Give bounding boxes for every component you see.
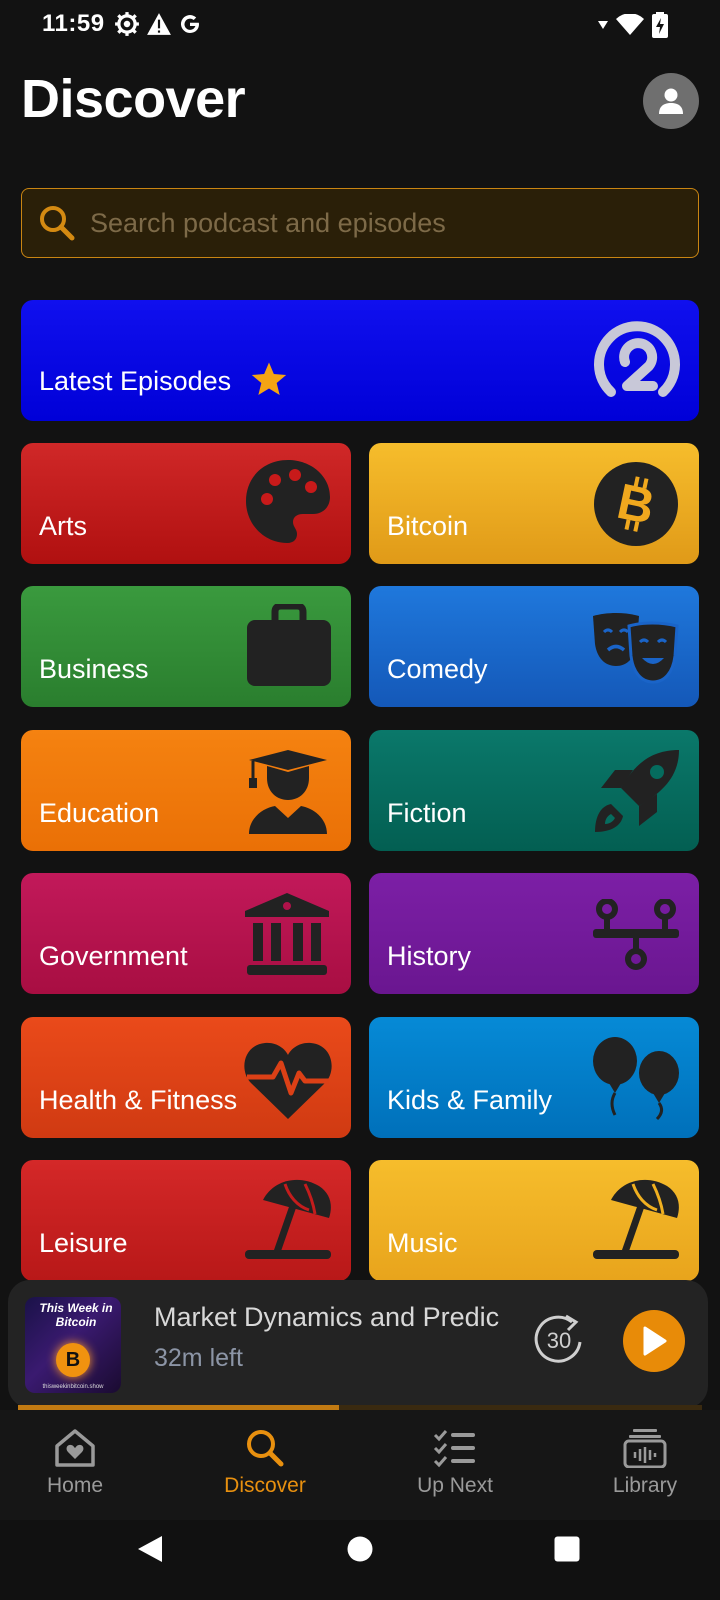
warning-icon [147,13,171,35]
play-button[interactable] [623,1310,685,1372]
nav-label: Home [46,1474,104,1497]
category-label: Fiction [387,798,467,828]
nav-label: Up Next [417,1474,493,1497]
back-icon[interactable] [136,1534,164,1564]
latest-episodes-label: Latest Episodes [39,366,232,396]
category-label: Health & Fitness [39,1085,238,1115]
category-label: Kids & Family [387,1085,553,1115]
category-card-fiction[interactable]: Fiction [369,730,699,851]
category-card-education[interactable]: Education [21,730,351,851]
battery-charging-icon [652,12,668,38]
library-icon [623,1429,667,1468]
wifi-icon [616,14,644,35]
recents-icon[interactable] [554,1536,580,1562]
category-card-kids-family[interactable]: Kids & Family [369,1017,699,1138]
search-bar[interactable] [21,188,699,258]
settings-icon [115,12,139,36]
nav-discover[interactable]: Discover [190,1428,340,1498]
page-title: Discover [21,69,246,129]
rocket-icon [595,750,679,832]
category-label: History [387,941,472,971]
skip-forward-button[interactable]: 30 [532,1312,586,1366]
category-card-bitcoin[interactable]: Bitcoin B [369,443,699,564]
star-icon [251,362,287,395]
episode-title: Market Dynamics and Predic [154,1302,500,1332]
timeline-icon [593,899,679,970]
episode-artwork: This Week in Bitcoin B thisweekinbitcoin… [25,1297,121,1393]
play-icon [643,1326,667,1356]
category-card-arts[interactable]: Arts [21,443,351,564]
beach-umbrella-icon [593,1179,679,1259]
government-building-icon [245,893,329,975]
search-input[interactable] [90,207,670,239]
category-label: Business [39,654,149,684]
artwork-title: This Week in Bitcoin [39,1301,113,1329]
theater-masks-icon [593,613,679,684]
signal-icon [598,21,608,29]
profile-avatar-button[interactable] [643,73,699,129]
system-navigation-bar [0,1520,720,1600]
time-left: 32m left [154,1344,243,1372]
category-card-business[interactable]: Business [21,586,351,707]
bottom-navigation: Home Discover Up Next Library [0,1410,720,1520]
nav-home[interactable]: Home [0,1428,150,1498]
category-card-government[interactable]: Government [21,873,351,994]
artwork-url: thisweekinbitcoin.show [42,1384,104,1390]
nav-up-next[interactable]: Up Next [380,1428,530,1498]
podcast-logo-icon [594,321,680,397]
person-icon [659,88,683,114]
heartbeat-icon [244,1042,332,1119]
beach-umbrella-icon [245,1179,331,1259]
skip-label: 30 [547,1328,571,1353]
graduate-icon [249,750,327,834]
balloons-icon [593,1037,679,1121]
category-label: Bitcoin [387,511,469,541]
category-label: Music [387,1228,458,1258]
home-circle-icon[interactable] [347,1536,373,1562]
category-card-comedy[interactable]: Comedy [369,586,699,707]
category-card-music[interactable]: Music [369,1160,699,1281]
google-icon [180,15,199,34]
search-icon [40,206,75,241]
latest-episodes-card[interactable]: Latest Episodes [21,300,699,421]
category-label: Leisure [39,1228,128,1258]
category-label: Government [39,941,188,971]
skip-forward-30-icon: 30 [534,1314,582,1363]
home-heart-icon [55,1429,95,1467]
category-card-leisure[interactable]: Leisure [21,1160,351,1281]
briefcase-icon [247,604,331,686]
status-time: 11:59 [42,10,105,37]
status-bar: 11:59 [0,0,720,48]
nav-library[interactable]: Library [570,1428,720,1498]
category-card-health-fitness[interactable]: Health & Fitness [21,1017,351,1138]
category-label: Education [39,798,160,828]
nav-label: Library [612,1474,678,1497]
palette-icon [246,460,330,543]
nav-label: Discover [224,1474,306,1497]
search-icon [247,1430,284,1467]
category-card-history[interactable]: History [369,873,699,994]
category-label: Comedy [387,654,488,684]
bitcoin-icon: B [594,462,678,546]
category-label: Arts [39,511,88,541]
checklist-icon [433,1430,475,1468]
bitcoin-icon: B [56,1343,90,1377]
mini-player[interactable]: This Week in Bitcoin B thisweekinbitcoin… [8,1280,708,1408]
